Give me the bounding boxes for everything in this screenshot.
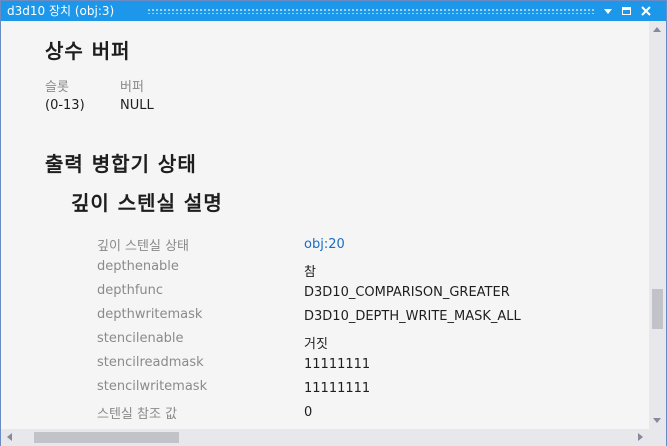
buffer-column-header: 버퍼 xyxy=(120,80,144,95)
property-key: depthfunc xyxy=(97,283,164,298)
vertical-scrollbar[interactable] xyxy=(649,21,666,429)
property-key: depthenable xyxy=(97,259,179,274)
property-row: stencilreadmask 11111111 xyxy=(1,355,641,379)
property-row: depthfunc D3D10_COMPARISON_GREATER xyxy=(1,283,641,307)
slot-column-header: 슬롯 xyxy=(45,80,69,95)
property-row: stencilenable 거짓 xyxy=(1,331,641,355)
scroll-left-icon[interactable] xyxy=(7,433,12,441)
property-key: 깊이 스텐실 상태 xyxy=(97,239,189,254)
window-title: d3d10 장치 (obj:3) xyxy=(7,4,115,18)
constant-buffer-heading: 상수 버퍼 xyxy=(45,39,131,63)
property-key: stencilenable xyxy=(97,331,184,346)
title-bar[interactable]: d3d10 장치 (obj:3) xyxy=(1,1,666,21)
maximize-icon xyxy=(621,7,631,15)
property-value: D3D10_DEPTH_WRITE_MASK_ALL xyxy=(304,309,521,324)
property-value: 0 xyxy=(304,405,313,420)
property-key: 스텐실 참조 값 xyxy=(97,407,178,422)
depth-stencil-state-link[interactable]: obj:20 xyxy=(304,237,345,252)
property-value: 11111111 xyxy=(304,381,371,396)
property-key: stencilwritemask xyxy=(97,379,208,394)
horizontal-scroll-thumb[interactable] xyxy=(34,432,179,443)
title-grip[interactable] xyxy=(147,8,595,14)
property-key: stencilreadmask xyxy=(97,355,204,370)
property-row: depthenable 참 xyxy=(1,259,641,283)
chevron-down-icon xyxy=(604,8,612,14)
close-icon xyxy=(641,6,651,16)
scroll-down-icon[interactable] xyxy=(653,418,661,423)
scroll-up-icon[interactable] xyxy=(653,27,661,32)
property-value: D3D10_COMPARISON_GREATER xyxy=(304,285,510,300)
property-row: stencilwritemask 11111111 xyxy=(1,379,641,403)
window-menu-dropdown-button[interactable] xyxy=(600,3,616,19)
property-key: depthwritemask xyxy=(97,307,203,322)
property-value: 참 xyxy=(304,265,316,280)
property-value: 거짓 xyxy=(304,337,328,352)
property-row: depthwritemask D3D10_DEPTH_WRITE_MASK_AL… xyxy=(1,307,641,331)
property-row: 스텐실 참조 값 0 xyxy=(1,403,641,427)
device-window: d3d10 장치 (obj:3) 상수 버퍼 슬롯 버퍼 (0-13) NULL… xyxy=(0,0,667,446)
vertical-scroll-thumb[interactable] xyxy=(652,289,663,329)
output-merger-heading: 출력 병합기 상태 xyxy=(45,152,197,176)
scrollbar-corner xyxy=(649,429,666,446)
maximize-button[interactable] xyxy=(618,3,634,19)
close-button[interactable] xyxy=(638,3,654,19)
depth-stencil-heading: 깊이 스텐실 설명 xyxy=(71,191,223,215)
buffer-value: NULL xyxy=(120,98,154,113)
property-row: 깊이 스텐실 상태 obj:20 xyxy=(1,235,641,259)
horizontal-scrollbar[interactable] xyxy=(1,429,649,446)
content-area: 상수 버퍼 슬롯 버퍼 (0-13) NULL 출력 병합기 상태 깊이 스텐실… xyxy=(1,21,649,429)
scroll-right-icon[interactable] xyxy=(638,433,643,441)
slot-value: (0-13) xyxy=(45,98,85,113)
property-value: 11111111 xyxy=(304,357,371,372)
